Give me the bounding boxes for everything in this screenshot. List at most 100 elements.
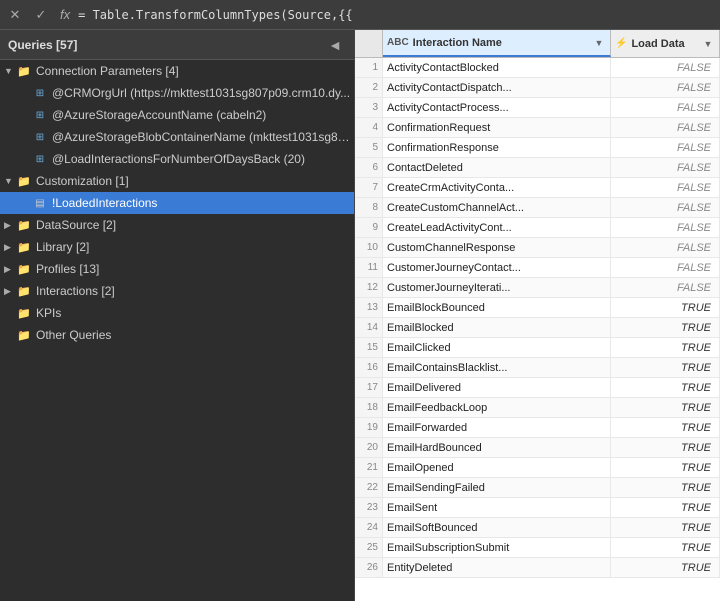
cell-rownum: 25 (355, 538, 383, 557)
table-row[interactable]: 17EmailDeliveredTRUE (355, 378, 720, 398)
cell-interaction-name: EmailFeedbackLoop (383, 398, 611, 417)
sidebar-item-label-kpis: KPIs (36, 306, 354, 320)
cell-interaction-name: EmailDelivered (383, 378, 611, 397)
table-row[interactable]: 6ContactDeletedFALSE (355, 158, 720, 178)
cell-rownum: 16 (355, 358, 383, 377)
cell-rownum: 12 (355, 278, 383, 297)
sidebar-item-loaded-interactions[interactable]: ▤ !LoadedInteractions (0, 192, 354, 214)
cell-rownum: 10 (355, 238, 383, 257)
cell-rownum: 2 (355, 78, 383, 97)
cell-rownum: 15 (355, 338, 383, 357)
table-row[interactable]: 26EntityDeletedTRUE (355, 558, 720, 578)
sidebar-item-label-library: Library [2] (36, 240, 354, 254)
sidebar: Queries [57] ◄ ▼📁Connection Parameters [… (0, 30, 355, 601)
tree-arrow-interactions: ▶ (4, 286, 16, 297)
sidebar-item-library[interactable]: ▶📁Library [2] (0, 236, 354, 258)
table-row[interactable]: 19EmailForwardedTRUE (355, 418, 720, 438)
cell-load-data: FALSE (611, 98, 720, 117)
table-row[interactable]: 9CreateLeadActivityCont...FALSE (355, 218, 720, 238)
load-data-filter[interactable]: ▼ (701, 37, 715, 51)
db-icon-azure-storage: ⊞ (32, 107, 48, 123)
cell-load-data: TRUE (611, 318, 720, 337)
table-row[interactable]: 22EmailSendingFailedTRUE (355, 478, 720, 498)
sidebar-item-load-interactions[interactable]: ⊞@LoadInteractionsForNumberOfDaysBack (2… (0, 148, 354, 170)
table-row[interactable]: 14EmailBlockedTRUE (355, 318, 720, 338)
table-row[interactable]: 5ConfirmationResponseFALSE (355, 138, 720, 158)
table-row[interactable]: 8CreateCustomChannelAct...FALSE (355, 198, 720, 218)
cell-load-data: TRUE (611, 298, 720, 317)
sidebar-item-label-customization: Customization [1] (36, 174, 354, 188)
sidebar-item-kpis[interactable]: 📁KPIs (0, 302, 354, 324)
table-row[interactable]: 2ActivityContactDispatch...FALSE (355, 78, 720, 98)
cell-interaction-name: ActivityContactProcess... (383, 98, 611, 117)
sidebar-item-connection-params[interactable]: ▼📁Connection Parameters [4] (0, 60, 354, 82)
sidebar-item-label-azure-storage: @AzureStorageAccountName (cabeln2) (52, 108, 354, 122)
table-row[interactable]: 15EmailClickedTRUE (355, 338, 720, 358)
sidebar-item-label-datasource: DataSource [2] (36, 218, 354, 232)
cell-interaction-name: EmailSoftBounced (383, 518, 611, 537)
folder-icon-interactions: 📁 (16, 283, 32, 299)
table-row[interactable]: 20EmailHardBouncedTRUE (355, 438, 720, 458)
table-row[interactable]: 3ActivityContactProcess...FALSE (355, 98, 720, 118)
cell-interaction-name: EmailHardBounced (383, 438, 611, 457)
cell-load-data: FALSE (611, 278, 720, 297)
sidebar-item-profiles[interactable]: ▶📁Profiles [13] (0, 258, 354, 280)
cancel-button[interactable]: ✕ (4, 4, 26, 26)
table-icon-loaded-interactions: ▤ (32, 195, 48, 211)
cell-load-data: FALSE (611, 58, 720, 77)
folder-icon-profiles: 📁 (16, 261, 32, 277)
table-row[interactable]: 16EmailContainsBlacklist...TRUE (355, 358, 720, 378)
folder-icon-datasource: 📁 (16, 217, 32, 233)
sidebar-item-datasource[interactable]: ▶📁 DataSource [2] (0, 214, 354, 236)
cell-load-data: FALSE (611, 118, 720, 137)
table-row[interactable]: 1ActivityContactBlockedFALSE (355, 58, 720, 78)
table-row[interactable]: 23EmailSentTRUE (355, 498, 720, 518)
cell-load-data: FALSE (611, 218, 720, 237)
sidebar-item-label-profiles: Profiles [13] (36, 262, 354, 276)
sidebar-item-other-queries[interactable]: 📁Other Queries (0, 324, 354, 346)
cell-load-data: TRUE (611, 338, 720, 357)
formula-bar: ✕ ✓ fx (0, 0, 720, 30)
table-row[interactable]: 25EmailSubscriptionSubmitTRUE (355, 538, 720, 558)
sidebar-item-label-crm-org-url: @CRMOrgUrl (https://mkttest1031sg807p09.… (52, 86, 354, 100)
cell-interaction-name: ConfirmationResponse (383, 138, 611, 157)
table-row[interactable]: 21EmailOpenedTRUE (355, 458, 720, 478)
cell-interaction-name: CustomerJourneyContact... (383, 258, 611, 277)
table-row[interactable]: 11CustomerJourneyContact...FALSE (355, 258, 720, 278)
sidebar-item-crm-org-url[interactable]: ⊞@CRMOrgUrl (https://mkttest1031sg807p09… (0, 82, 354, 104)
sidebar-item-label-loaded-interactions: !LoadedInteractions (52, 196, 354, 210)
cell-rownum: 22 (355, 478, 383, 497)
sidebar-header: Queries [57] ◄ (0, 30, 354, 60)
confirm-button[interactable]: ✓ (30, 4, 52, 26)
table-row[interactable]: 24EmailSoftBouncedTRUE (355, 518, 720, 538)
sidebar-item-azure-storage[interactable]: ⊞ @AzureStorageAccountName (cabeln2) (0, 104, 354, 126)
cell-interaction-name: CreateCrmActivityConta... (383, 178, 611, 197)
table-row[interactable]: 7CreateCrmActivityConta...FALSE (355, 178, 720, 198)
sidebar-collapse-button[interactable]: ◄ (324, 35, 346, 55)
sidebar-item-interactions[interactable]: ▶📁Interactions [2] (0, 280, 354, 302)
col-header-rownum (355, 30, 383, 57)
sidebar-item-azure-blob[interactable]: ⊞@AzureStorageBlobContainerName (mkttest… (0, 126, 354, 148)
sidebar-item-customization[interactable]: ▼📁Customization [1] (0, 170, 354, 192)
table-row[interactable]: 12CustomerJourneyIterati...FALSE (355, 278, 720, 298)
folder-icon-connection-params: 📁 (16, 63, 32, 79)
table-row[interactable]: 18EmailFeedbackLoopTRUE (355, 398, 720, 418)
interaction-name-filter[interactable]: ▼ (592, 36, 606, 50)
cell-interaction-name: CreateLeadActivityCont... (383, 218, 611, 237)
table-row[interactable]: 13EmailBlockBouncedTRUE (355, 298, 720, 318)
cell-load-data: TRUE (611, 558, 720, 577)
folder-icon-library: 📁 (16, 239, 32, 255)
fx-label: fx (56, 7, 74, 22)
table-row[interactable]: 4ConfirmationRequestFALSE (355, 118, 720, 138)
cell-interaction-name: EmailForwarded (383, 418, 611, 437)
formula-input[interactable] (78, 8, 716, 22)
cell-rownum: 5 (355, 138, 383, 157)
table-row[interactable]: 10CustomChannelResponseFALSE (355, 238, 720, 258)
cell-interaction-name: EmailSendingFailed (383, 478, 611, 497)
table-header: ABC Interaction Name ▼ ⚡ Load Data ▼ (355, 30, 720, 58)
cell-rownum: 8 (355, 198, 383, 217)
db-icon-azure-blob: ⊞ (32, 129, 48, 145)
col-header-interaction-name: ABC Interaction Name ▼ (383, 30, 611, 57)
tree-arrow-datasource: ▶ (4, 220, 16, 231)
cell-rownum: 7 (355, 178, 383, 197)
